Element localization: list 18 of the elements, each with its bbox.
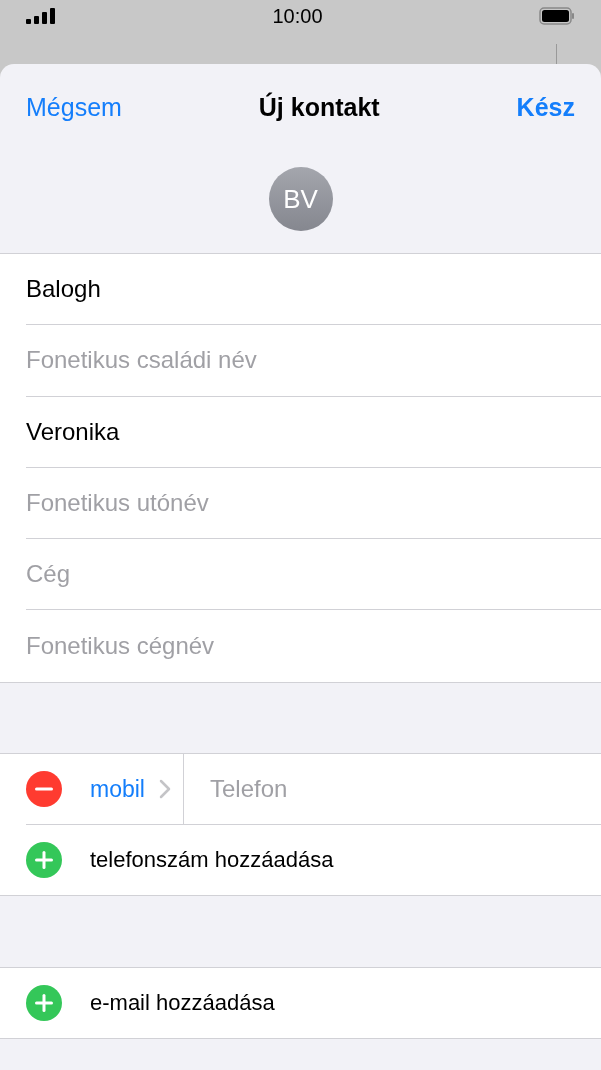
sheet-title: Új kontakt bbox=[258, 91, 380, 124]
phone-field[interactable]: Telefon bbox=[209, 770, 601, 807]
text-field[interactable]: Fonetikus utónév bbox=[26, 485, 601, 522]
chevron-icon bbox=[158, 778, 171, 799]
phone-label-button[interactable]: mobil bbox=[90, 753, 184, 824]
text-field[interactable]: Balogh bbox=[26, 271, 601, 308]
add-phone-button[interactable]: telefonszám hozzáadása bbox=[90, 843, 334, 877]
add-icon[interactable] bbox=[26, 841, 62, 878]
text-field[interactable]: Fonetikus családi név bbox=[26, 342, 601, 379]
status-time: 10:00 bbox=[272, 4, 323, 29]
text-field[interactable]: Fonetikus cégnév bbox=[26, 628, 601, 665]
signal-icon bbox=[26, 8, 56, 24]
text-field[interactable]: Cég bbox=[26, 556, 601, 593]
remove-icon[interactable] bbox=[26, 770, 62, 807]
add-icon[interactable] bbox=[26, 984, 62, 1021]
add-email-button[interactable]: e-mail hozzáadása bbox=[90, 986, 275, 1020]
text-field[interactable]: Veronika bbox=[26, 413, 601, 450]
battery-icon bbox=[539, 7, 575, 25]
